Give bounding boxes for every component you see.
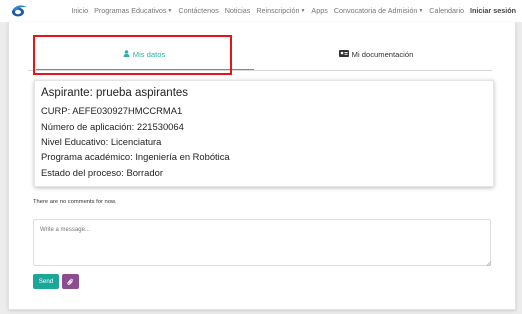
- education-level-line: Nivel Educativo: Licenciatura: [41, 136, 162, 147]
- logo-icon[interactable]: [10, 4, 28, 18]
- process-status-line: Estado del proceso: Borrador: [41, 167, 163, 178]
- nav-item-programas[interactable]: Programas Educativos▼: [94, 6, 172, 15]
- applicant-title: Aspirante: prueba aspirantes: [41, 87, 189, 99]
- nav-item-reinscripcion[interactable]: Reinscripción▼: [256, 6, 305, 15]
- nav-item-convocatoria[interactable]: Convocatoria de Admisión▼: [334, 6, 423, 15]
- nav-item-apps[interactable]: Apps: [311, 6, 327, 15]
- top-navbar: Inicio Programas Educativos▼ Contáctenos…: [0, 0, 522, 22]
- nav-item-contactenos[interactable]: Contáctenos: [178, 6, 218, 15]
- nav-item-noticias[interactable]: Noticias: [225, 6, 251, 15]
- send-button[interactable]: Send: [33, 274, 59, 289]
- attach-button[interactable]: [62, 274, 79, 289]
- applicant-info-card: Aspirante: prueba aspirantes CURP: AEFE0…: [34, 80, 494, 187]
- login-link[interactable]: Iniciar sesión: [470, 6, 516, 15]
- tab-mi-documentacion-label: Mi documentación: [351, 49, 414, 59]
- message-input[interactable]: [33, 219, 491, 266]
- nav-menu: Inicio Programas Educativos▼ Contáctenos…: [71, 6, 516, 15]
- caret-down-icon: ▼: [167, 8, 173, 14]
- id-card-icon: [338, 49, 349, 59]
- resize-grip-icon[interactable]: [486, 261, 491, 266]
- no-comments-text: There are no comments for now.: [33, 199, 117, 205]
- application-number-line: Número de aplicación: 221530064: [41, 121, 184, 132]
- nav-item-inicio[interactable]: Inicio: [71, 6, 88, 15]
- tab-mi-documentacion[interactable]: Mi documentación: [260, 37, 492, 71]
- caret-down-icon: ▼: [300, 8, 306, 14]
- caret-down-icon: ▼: [418, 8, 424, 14]
- paperclip-icon: [67, 278, 73, 285]
- highlight-box: [33, 35, 232, 75]
- academic-program-line: Programa académico: Ingeniería en Robóti…: [41, 151, 230, 162]
- nav-item-calendario[interactable]: Calendario: [429, 6, 464, 15]
- curp-line: CURP: AEFE030927HMCCRMA1: [41, 105, 183, 116]
